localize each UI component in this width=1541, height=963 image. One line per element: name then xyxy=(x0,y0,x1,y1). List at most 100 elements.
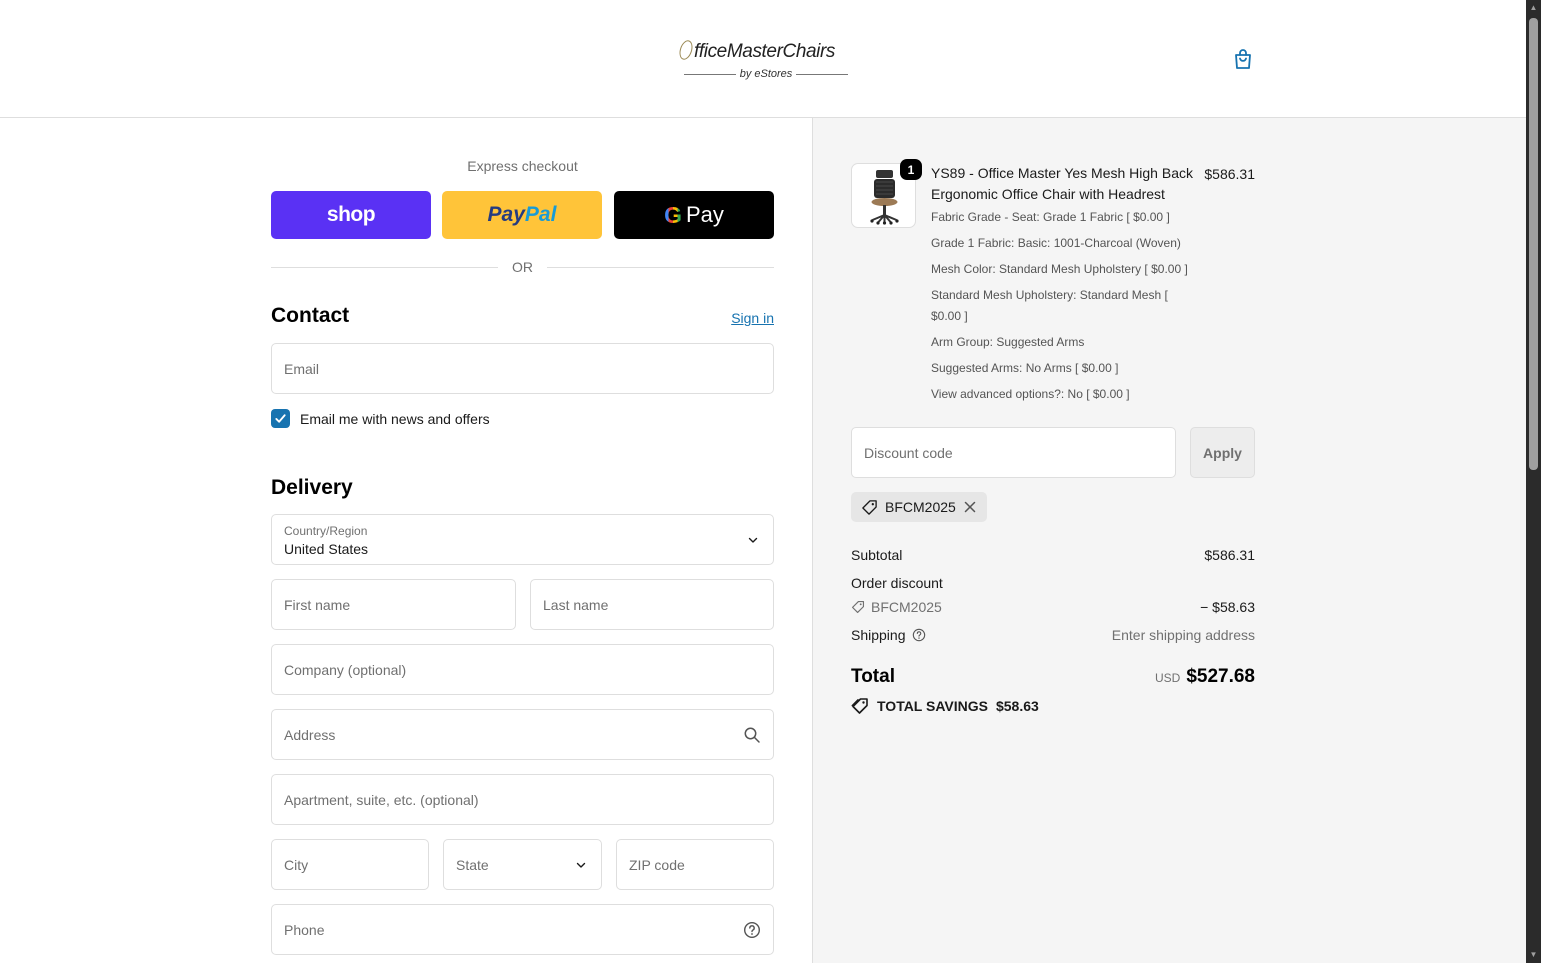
store-logo[interactable]: fficeMasterChairs by eStores xyxy=(677,38,852,84)
total-savings: TOTAL SAVINGS $58.63 xyxy=(851,697,1039,715)
remove-discount-icon[interactable] xyxy=(963,500,977,514)
header: fficeMasterChairs by eStores xyxy=(0,0,1526,118)
paypal-label-pay: Pay xyxy=(487,203,525,226)
or-divider: OR xyxy=(271,258,774,276)
help-circle-icon[interactable] xyxy=(743,921,761,939)
shipping-label: Shipping xyxy=(851,627,906,643)
product-price: $586.31 xyxy=(1204,166,1255,182)
zip-placeholder: ZIP code xyxy=(629,857,685,873)
paypal-button[interactable]: Pay Pal xyxy=(442,191,602,239)
phone-placeholder: Phone xyxy=(284,922,325,938)
newsletter-label: Email me with news and offers xyxy=(300,410,490,427)
product-option: Suggested Arms: No Arms [ $0.00 ] xyxy=(931,361,1119,375)
delivery-heading: Delivery xyxy=(271,476,353,499)
checkout-page: fficeMasterChairs by eStores Express che… xyxy=(0,0,1541,963)
address-field[interactable]: Address xyxy=(271,709,774,760)
logo-rule-left xyxy=(684,73,736,75)
tag-icon xyxy=(851,600,865,614)
discount-code-row: BFCM2025 − $58.63 xyxy=(851,599,1255,615)
google-pay-button[interactable]: G Pay xyxy=(614,191,774,239)
page-scrollbar[interactable]: ▲ ▼ xyxy=(1526,0,1541,963)
product-option: Grade 1 Fabric: Basic: 1001-Charcoal (Wo… xyxy=(931,236,1181,250)
product-option: Mesh Color: Standard Mesh Upholstery [ $… xyxy=(931,262,1188,276)
savings-value: $58.63 xyxy=(995,698,1039,714)
order-discount-row: Order discount xyxy=(851,575,1255,591)
shipping-value: Enter shipping address xyxy=(1111,627,1255,643)
phone-field[interactable]: Phone xyxy=(271,904,774,955)
chevron-down-icon xyxy=(576,862,586,868)
sign-in-link[interactable]: Sign in xyxy=(700,310,774,326)
shop-pay-button[interactable]: shop xyxy=(271,191,431,239)
company-placeholder: Company (optional) xyxy=(284,662,407,678)
first-name-placeholder: First name xyxy=(284,597,351,613)
chevron-down-icon xyxy=(748,537,758,543)
product-option: Fabric Grade - Seat: Grade 1 Fabric [ $0… xyxy=(931,210,1170,224)
state-placeholder: State xyxy=(456,857,489,873)
contact-heading: Contact xyxy=(271,304,350,327)
first-name-field[interactable]: First name xyxy=(271,579,516,630)
google-pay-label: Pay xyxy=(685,202,724,227)
shop-pay-label: shop xyxy=(326,203,376,226)
country-value: United States xyxy=(284,541,369,557)
newsletter-checkbox[interactable] xyxy=(271,409,290,428)
product-option: Standard Mesh Upholstery: Standard Mesh … xyxy=(931,288,1168,323)
subtotal-label: Subtotal xyxy=(851,547,903,563)
country-select[interactable]: Country/Region United States xyxy=(271,514,774,565)
scroll-down-arrow-icon[interactable]: ▼ xyxy=(1529,950,1538,959)
subtotal-row: Subtotal $586.31 xyxy=(851,547,1255,563)
or-text: OR xyxy=(512,259,533,275)
shipping-label-wrap: Shipping xyxy=(851,627,926,643)
email-placeholder: Email xyxy=(284,361,320,377)
logo-wordmark: fficeMasterChairs xyxy=(677,38,836,63)
last-name-field[interactable]: Last name xyxy=(530,579,774,630)
shopping-bag-icon[interactable] xyxy=(1231,47,1255,71)
logo-tagline: by eStores xyxy=(684,68,848,80)
logo-sub-text: by eStores xyxy=(739,68,793,80)
city-placeholder: City xyxy=(284,857,309,873)
product-option: Arm Group: Suggested Arms xyxy=(931,335,1085,349)
tag-icon xyxy=(862,499,877,515)
discount-code-text: BFCM2025 xyxy=(871,599,942,615)
state-select[interactable]: State xyxy=(443,839,602,890)
quantity-badge: 1 xyxy=(900,159,922,180)
order-discount-label: Order discount xyxy=(851,575,943,591)
applied-discount-tag: BFCM2025 xyxy=(851,492,987,522)
address-placeholder: Address xyxy=(284,727,336,743)
search-icon[interactable] xyxy=(743,726,761,744)
paypal-label-pal: Pal xyxy=(524,203,557,226)
checkmark-icon xyxy=(275,414,286,423)
apartment-field[interactable]: Apartment, suite, etc. (optional) xyxy=(271,774,774,825)
newsletter-checkbox-row[interactable]: Email me with news and offers xyxy=(271,409,490,428)
discount-placeholder: Discount code xyxy=(864,445,953,461)
company-field[interactable]: Company (optional) xyxy=(271,644,774,695)
total-currency: USD xyxy=(1154,671,1181,685)
discount-code-field[interactable]: Discount code xyxy=(851,427,1176,478)
city-field[interactable]: City xyxy=(271,839,429,890)
scroll-up-arrow-icon[interactable]: ▲ xyxy=(1529,3,1538,12)
country-label: Country/Region xyxy=(284,524,368,538)
scrollbar-thumb[interactable] xyxy=(1529,18,1538,470)
applied-code-text: BFCM2025 xyxy=(885,499,956,515)
apply-discount-button[interactable]: Apply xyxy=(1190,427,1255,478)
product-option: View advanced options?: No [ $0.00 ] xyxy=(931,387,1130,401)
subtotal-value: $586.31 xyxy=(1204,547,1255,563)
divider-line-left xyxy=(271,266,498,268)
logo-o-mark xyxy=(677,38,695,62)
google-g-icon: G xyxy=(664,201,682,228)
total-label: Total xyxy=(851,666,895,687)
product-options: Fabric Grade - Seat: Grade 1 Fabric [ $0… xyxy=(931,207,1193,410)
savings-tag-icon xyxy=(851,698,868,714)
last-name-placeholder: Last name xyxy=(543,597,609,613)
express-checkout-label: Express checkout xyxy=(467,158,578,174)
savings-label: TOTAL SAVINGS xyxy=(877,698,988,714)
shipping-row: Shipping Enter shipping address xyxy=(851,627,1255,643)
total-amount-wrap: USD $527.68 xyxy=(1080,666,1255,688)
product-name: YS89 - Office Master Yes Mesh High Back … xyxy=(931,165,1193,202)
logo-rule-right xyxy=(796,73,848,75)
apartment-placeholder: Apartment, suite, etc. (optional) xyxy=(284,792,479,808)
email-field[interactable]: Email xyxy=(271,343,774,394)
logo-text: fficeMasterChairs xyxy=(694,41,836,62)
zip-field[interactable]: ZIP code xyxy=(616,839,774,890)
discount-code-label: BFCM2025 xyxy=(851,599,1255,615)
help-circle-icon[interactable] xyxy=(912,628,926,642)
